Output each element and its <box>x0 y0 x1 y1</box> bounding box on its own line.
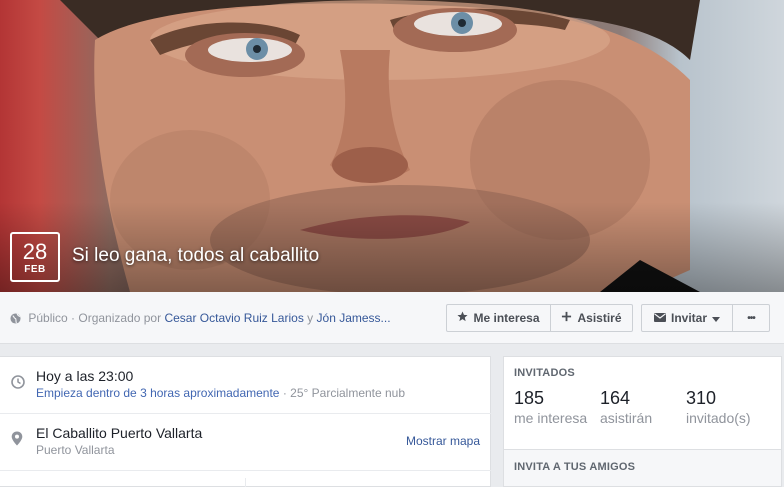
show-map-link[interactable]: Mostrar mapa <box>406 434 480 448</box>
plus-icon <box>561 311 572 325</box>
interested-label: Me interesa <box>473 311 540 325</box>
event-date-badge: 28 FEB <box>10 232 60 282</box>
interested-stat-label: me interesa <box>514 410 588 426</box>
event-time-subline: Empieza dentro de 3 horas aproximadament… <box>36 386 405 400</box>
organizer-link-1[interactable]: Cesar Octavio Ruiz Larios <box>164 311 303 325</box>
event-title: Si leo gana, todos al caballito <box>72 245 320 266</box>
time-row: Hoy a las 23:00 Empieza dentro de 3 hora… <box>0 357 491 413</box>
event-info-bar: Público · Organizado por Cesar Octavio R… <box>0 292 784 344</box>
invited-count: 310 <box>686 388 717 408</box>
event-cover-photo: 28 FEB Si leo gana, todos al caballito <box>0 0 784 292</box>
place-city: Puerto Vallarta <box>36 443 115 457</box>
privacy-label: Público <box>28 311 68 325</box>
organizer-link-2[interactable]: Jón Jamess... <box>317 311 391 325</box>
event-details-card: Hoy a las 23:00 Empieza dentro de 3 hora… <box>0 356 491 487</box>
organizer-joiner: y <box>307 311 314 325</box>
more-label: ••• <box>747 312 755 324</box>
location-pin-icon <box>11 431 23 449</box>
star-icon <box>457 311 469 325</box>
event-meta: Público · Organizado por Cesar Octavio R… <box>10 311 391 327</box>
more-options-button[interactable]: ••• <box>733 304 770 332</box>
interested-stat[interactable]: 185 me interesa <box>514 387 587 427</box>
event-day: 28 <box>22 239 48 264</box>
clock-icon <box>11 375 25 392</box>
invited-stat[interactable]: 310 invitado(s) <box>686 387 751 427</box>
guests-heading: INVITADOS <box>514 367 575 379</box>
globe-icon <box>10 313 21 327</box>
going-label: Asistiré <box>577 311 622 325</box>
interested-button[interactable]: Me interesa <box>446 304 551 332</box>
invite-friends-card: INVITA A TUS AMIGOS <box>503 450 782 487</box>
going-stat[interactable]: 164 asistirán <box>600 387 652 427</box>
invite-button[interactable]: Invitar <box>641 304 733 332</box>
weather-text: · 25° Parcialmente nub <box>282 386 406 400</box>
caret-down-icon <box>712 311 720 325</box>
invited-stat-label: invitado(s) <box>686 410 751 426</box>
going-count: 164 <box>600 388 631 408</box>
guests-card: INVITADOS 185 me interesa 164 asistirán … <box>503 356 782 450</box>
invite-label: Invitar <box>670 311 707 325</box>
place-name[interactable]: El Caballito Puerto Vallarta <box>36 425 202 441</box>
invite-friends-heading: INVITA A TUS AMIGOS <box>514 461 636 473</box>
event-month: FEB <box>24 264 46 275</box>
column-divider <box>245 478 246 487</box>
row-divider <box>0 470 491 471</box>
going-button[interactable]: Asistiré <box>551 304 633 332</box>
interested-count: 185 <box>514 388 545 408</box>
organized-by-prefix: · Organizado por <box>71 311 162 325</box>
going-stat-label: asistirán <box>600 410 653 426</box>
location-row[interactable]: El Caballito Puerto Vallarta Puerto Vall… <box>0 414 491 470</box>
time-relative-link[interactable]: Empieza dentro de 3 horas aproximadament… <box>36 386 279 400</box>
event-time: Hoy a las 23:00 <box>36 368 134 384</box>
envelope-icon <box>653 311 666 325</box>
